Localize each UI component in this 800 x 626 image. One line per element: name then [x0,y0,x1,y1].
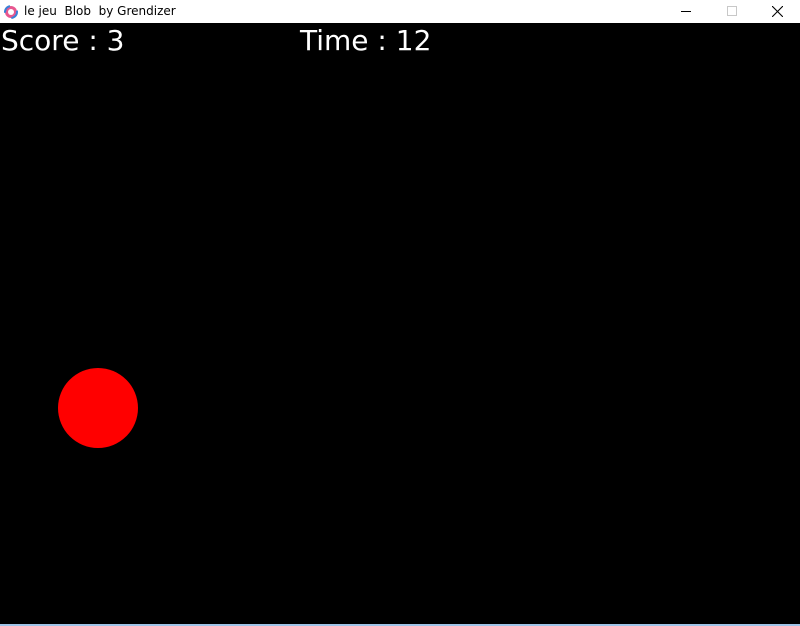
red-blob[interactable] [58,368,138,448]
minimize-button[interactable] [663,0,709,23]
game-canvas[interactable]: Score : 3 Time : 12 [0,23,800,624]
title-bar[interactable]: le jeu Blob by Grendizer [0,0,800,23]
maximize-button[interactable] [709,0,755,23]
close-icon [772,6,783,17]
close-button[interactable] [754,0,800,23]
app-logo-icon [4,4,18,19]
maximize-icon [727,6,737,16]
score-label: Score : 3 [1,24,125,57]
game-window: le jeu Blob by Grendizer Score : 3 Time … [0,0,800,626]
minimize-icon [681,11,691,12]
window-title: le jeu Blob by Grendizer [24,4,176,18]
time-label: Time : 12 [300,24,432,57]
